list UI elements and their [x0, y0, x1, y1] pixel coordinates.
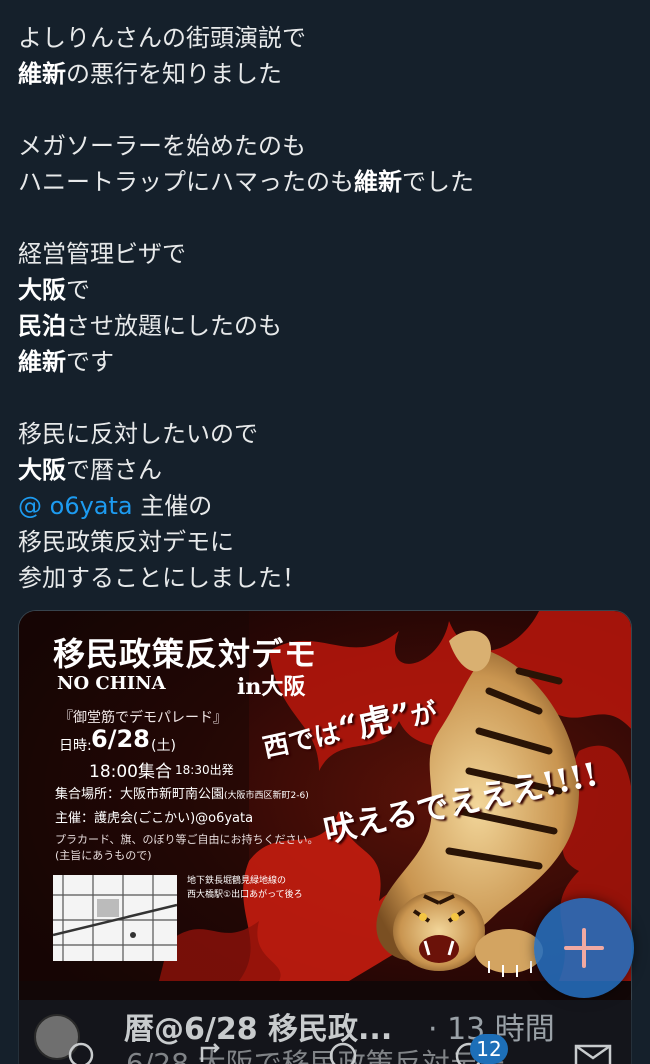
- poster-map-note: 地下鉄長堀鶴見緑地線の: [187, 876, 287, 886]
- tweet-line: 経営管理ビザで: [18, 240, 186, 268]
- retweet-icon[interactable]: [196, 1040, 230, 1064]
- poster-parade: 『御堂筋でデモパレード』: [59, 710, 227, 726]
- poster-time-start: 18:30出発: [175, 763, 234, 777]
- quoted-text: 6/28 大阪で移民政策反対デモ: [126, 1047, 506, 1064]
- poster-note: (主旨にあうもので): [55, 849, 152, 862]
- tweet-line: 大阪で暦さん: [18, 456, 162, 484]
- media-card[interactable]: 移民政策反対デモ NO CHINA in大阪 『御堂筋でデモパレード』 日時: …: [18, 610, 632, 1064]
- poster-note: プラカード、旗、のぼり等ご自由にお持ちください。: [55, 833, 319, 846]
- poster-date-day: (土): [151, 738, 176, 754]
- tweet-line: 参加することにしました！: [18, 564, 306, 592]
- like-icon[interactable]: [326, 1040, 360, 1064]
- tweet-line: 移民に反対したいので: [18, 420, 258, 448]
- mention-link[interactable]: @ o6yata: [18, 492, 133, 520]
- notification-badge: 12: [470, 1034, 508, 1064]
- tweet-line: 維新です: [18, 348, 114, 376]
- plus-icon: [564, 928, 604, 968]
- tweet-text: よしりんさんの街頭演説で 維新の悪行を知りました メガソーラーを始めたのも ハニ…: [18, 20, 628, 596]
- tweet-line: ハニートラップにハマったのも維新でした: [18, 168, 474, 196]
- tweet-line: よしりんさんの街頭演説で: [18, 24, 306, 52]
- tweet-line: 維新の悪行を知りました: [18, 60, 282, 88]
- compose-button[interactable]: [534, 898, 634, 998]
- poster-subtitle: NO CHINA: [57, 673, 166, 694]
- poster-place: 集合場所：大阪市新町南公園(大阪市西区新町2-6): [55, 787, 309, 802]
- poster-date: 6/28: [91, 725, 150, 753]
- poster-map: [53, 875, 177, 961]
- poster-host: 主催：護虎会(ごこかい)@o6yata: [55, 811, 254, 826]
- poster-map-note: 西大橋駅①出口あがって後ろ: [187, 890, 303, 900]
- tweet-line: @ o6yata 主催の: [18, 492, 213, 520]
- tweet-line: メガソーラーを始めたのも: [18, 132, 306, 160]
- poster-time: 18:00集合: [89, 762, 172, 782]
- comment-icon[interactable]: [66, 1040, 96, 1064]
- tweet-line: 民泊させ放題にしたのも: [18, 312, 282, 340]
- mail-icon[interactable]: [574, 1044, 612, 1064]
- poster-date-label: 日時:: [59, 738, 92, 754]
- poster-location-title: in大阪: [237, 674, 306, 700]
- tweet-line: 移民政策反対デモに: [18, 528, 234, 556]
- tweet-line: 大阪で: [18, 276, 90, 304]
